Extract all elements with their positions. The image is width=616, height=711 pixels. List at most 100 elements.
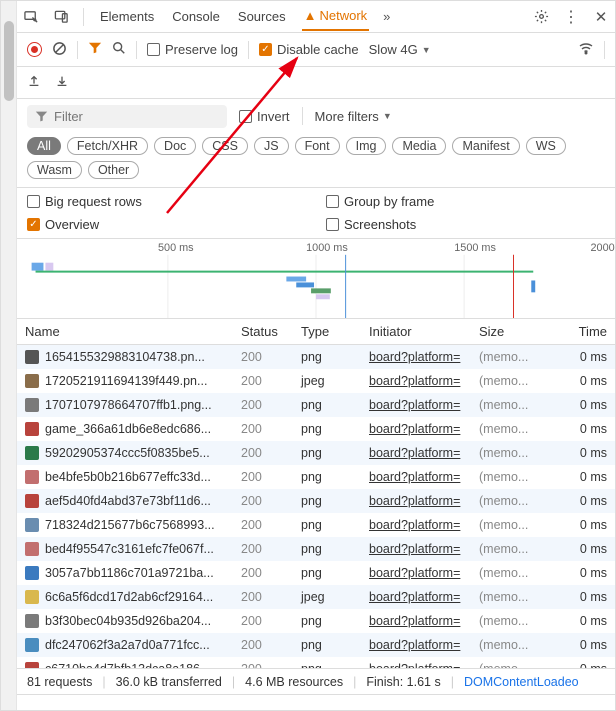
cell-time: 0 ms — [537, 374, 615, 388]
table-row[interactable]: dfc247062f3a2a7d0a771fcc...200pngboard?p… — [17, 633, 615, 657]
chip-media[interactable]: Media — [392, 137, 446, 155]
cell-time: 0 ms — [537, 494, 615, 508]
cell-initiator[interactable]: board?platform= — [369, 422, 479, 436]
big-rows-checkbox[interactable]: Big request rows — [27, 194, 306, 209]
disable-cache-checkbox[interactable]: Disable cache — [259, 42, 359, 57]
cell-initiator[interactable]: board?platform= — [369, 374, 479, 388]
devtools-tabs: Elements Console Sources ▲Network » ⋮ ✕ — [17, 1, 615, 33]
cell-initiator[interactable]: board?platform= — [369, 494, 479, 508]
cell-name: 3057a7bb1186c701a9721ba... — [17, 566, 241, 580]
table-row[interactable]: 6c6a5f6dcd17d2ab6cf29164...200jpegboard?… — [17, 585, 615, 609]
chip-css[interactable]: CSS — [202, 137, 248, 155]
cell-initiator[interactable]: board?platform= — [369, 542, 479, 556]
warning-icon: ▲ — [304, 8, 317, 23]
import-export-bar — [17, 67, 615, 99]
cell-size: (memo... — [479, 470, 537, 484]
cell-initiator[interactable]: board?platform= — [369, 470, 479, 484]
table-row[interactable]: 59202905374ccc5f0835be5...200pngboard?pl… — [17, 441, 615, 465]
chip-other[interactable]: Other — [88, 161, 139, 179]
clear-icon[interactable] — [52, 41, 67, 59]
chip-manifest[interactable]: Manifest — [452, 137, 519, 155]
table-row[interactable]: b3f30bec04b935d926ba204...200pngboard?pl… — [17, 609, 615, 633]
table-row[interactable]: 1654155329883104738.pn...200pngboard?pla… — [17, 345, 615, 369]
summary-requests: 81 requests — [27, 675, 92, 689]
cell-type: png — [301, 566, 369, 580]
col-time[interactable]: Time — [537, 324, 615, 339]
cell-time: 0 ms — [537, 470, 615, 484]
scrollbar-thumb[interactable] — [4, 21, 14, 101]
chip-font[interactable]: Font — [295, 137, 340, 155]
more-tabs-icon[interactable]: » — [383, 9, 390, 24]
col-name[interactable]: Name — [17, 324, 241, 339]
more-filters-dropdown[interactable]: More filters▼ — [315, 109, 392, 124]
cell-size: (memo... — [479, 350, 537, 364]
col-size[interactable]: Size — [479, 324, 537, 339]
upload-icon[interactable] — [27, 74, 41, 91]
chip-img[interactable]: Img — [346, 137, 387, 155]
gear-icon[interactable] — [533, 9, 549, 25]
table-row[interactable]: 718324d215677b6c7568993...200pngboard?pl… — [17, 513, 615, 537]
cell-name: 1720521911694139f449.pn... — [17, 374, 241, 388]
cell-name: dfc247062f3a2a7d0a771fcc... — [17, 638, 241, 652]
kebab-icon[interactable]: ⋮ — [563, 9, 579, 25]
inspect-icon[interactable] — [23, 9, 39, 25]
device-icon[interactable] — [53, 9, 69, 25]
filter-icon[interactable] — [88, 41, 102, 58]
chip-js[interactable]: JS — [254, 137, 289, 155]
panel-scrollbar[interactable] — [1, 1, 17, 710]
cell-initiator[interactable]: board?platform= — [369, 398, 479, 412]
wifi-icon[interactable] — [578, 40, 594, 59]
throttling-select[interactable]: Slow 4G▼ — [369, 42, 431, 57]
cell-type: png — [301, 398, 369, 412]
invert-checkbox[interactable]: Invert — [239, 109, 290, 124]
cell-initiator[interactable]: board?platform= — [369, 518, 479, 532]
tab-console[interactable]: Console — [170, 3, 222, 30]
table-row[interactable]: 3057a7bb1186c701a9721ba...200pngboard?pl… — [17, 561, 615, 585]
chip-all[interactable]: All — [27, 137, 61, 155]
col-status[interactable]: Status — [241, 324, 301, 339]
overview-checkbox[interactable]: Overview — [27, 217, 306, 232]
table-row[interactable]: bed4f95547c3161efc7fe067f...200pngboard?… — [17, 537, 615, 561]
cell-initiator[interactable]: board?platform= — [369, 614, 479, 628]
download-icon[interactable] — [55, 74, 69, 91]
record-button[interactable] — [27, 42, 42, 57]
col-initiator[interactable]: Initiator — [369, 324, 479, 339]
cell-size: (memo... — [479, 638, 537, 652]
search-icon[interactable] — [112, 41, 126, 58]
console-drawer-handle[interactable] — [17, 694, 615, 710]
close-icon[interactable]: ✕ — [593, 9, 609, 25]
chip-ws[interactable]: WS — [526, 137, 566, 155]
cell-initiator[interactable]: board?platform= — [369, 446, 479, 460]
cell-initiator[interactable]: board?platform= — [369, 638, 479, 652]
cell-time: 0 ms — [537, 422, 615, 436]
cell-initiator[interactable]: board?platform= — [369, 566, 479, 580]
cell-type: png — [301, 614, 369, 628]
tab-network[interactable]: ▲Network — [302, 2, 370, 31]
timeline-overview[interactable]: 500 ms 1000 ms 1500 ms 2000 — [17, 239, 615, 319]
table-row[interactable]: 1720521911694139f449.pn...200jpegboard?p… — [17, 369, 615, 393]
chip-wasm[interactable]: Wasm — [27, 161, 82, 179]
cell-initiator[interactable]: board?platform= — [369, 350, 479, 364]
table-row[interactable]: be4bfe5b0b216b677effc33d...200pngboard?p… — [17, 465, 615, 489]
filter-input[interactable]: Filter — [27, 105, 227, 128]
chip-doc[interactable]: Doc — [154, 137, 196, 155]
cell-time: 0 ms — [537, 566, 615, 580]
preserve-log-checkbox[interactable]: Preserve log — [147, 42, 238, 57]
table-row[interactable]: game_366a61db6e8edc686...200pngboard?pla… — [17, 417, 615, 441]
col-type[interactable]: Type — [301, 324, 369, 339]
chip-fetchxhr[interactable]: Fetch/XHR — [67, 137, 148, 155]
tab-sources[interactable]: Sources — [236, 3, 288, 30]
cell-status: 200 — [241, 542, 301, 556]
cell-type: png — [301, 638, 369, 652]
table-row[interactable]: 1707107978664707ffb1.png...200pngboard?p… — [17, 393, 615, 417]
table-row[interactable]: c6710ba4d7bfb13dca8a186...200pngboard?pl… — [17, 657, 615, 668]
divider — [77, 41, 78, 59]
cell-size: (memo... — [479, 590, 537, 604]
screenshots-checkbox[interactable]: Screenshots — [326, 217, 605, 232]
group-frame-checkbox[interactable]: Group by frame — [326, 194, 605, 209]
table-header[interactable]: Name Status Type Initiator Size Time — [17, 319, 615, 345]
cell-size: (memo... — [479, 614, 537, 628]
cell-initiator[interactable]: board?platform= — [369, 590, 479, 604]
tab-elements[interactable]: Elements — [98, 3, 156, 30]
table-row[interactable]: aef5d40fd4abd37e73bf11d6...200pngboard?p… — [17, 489, 615, 513]
